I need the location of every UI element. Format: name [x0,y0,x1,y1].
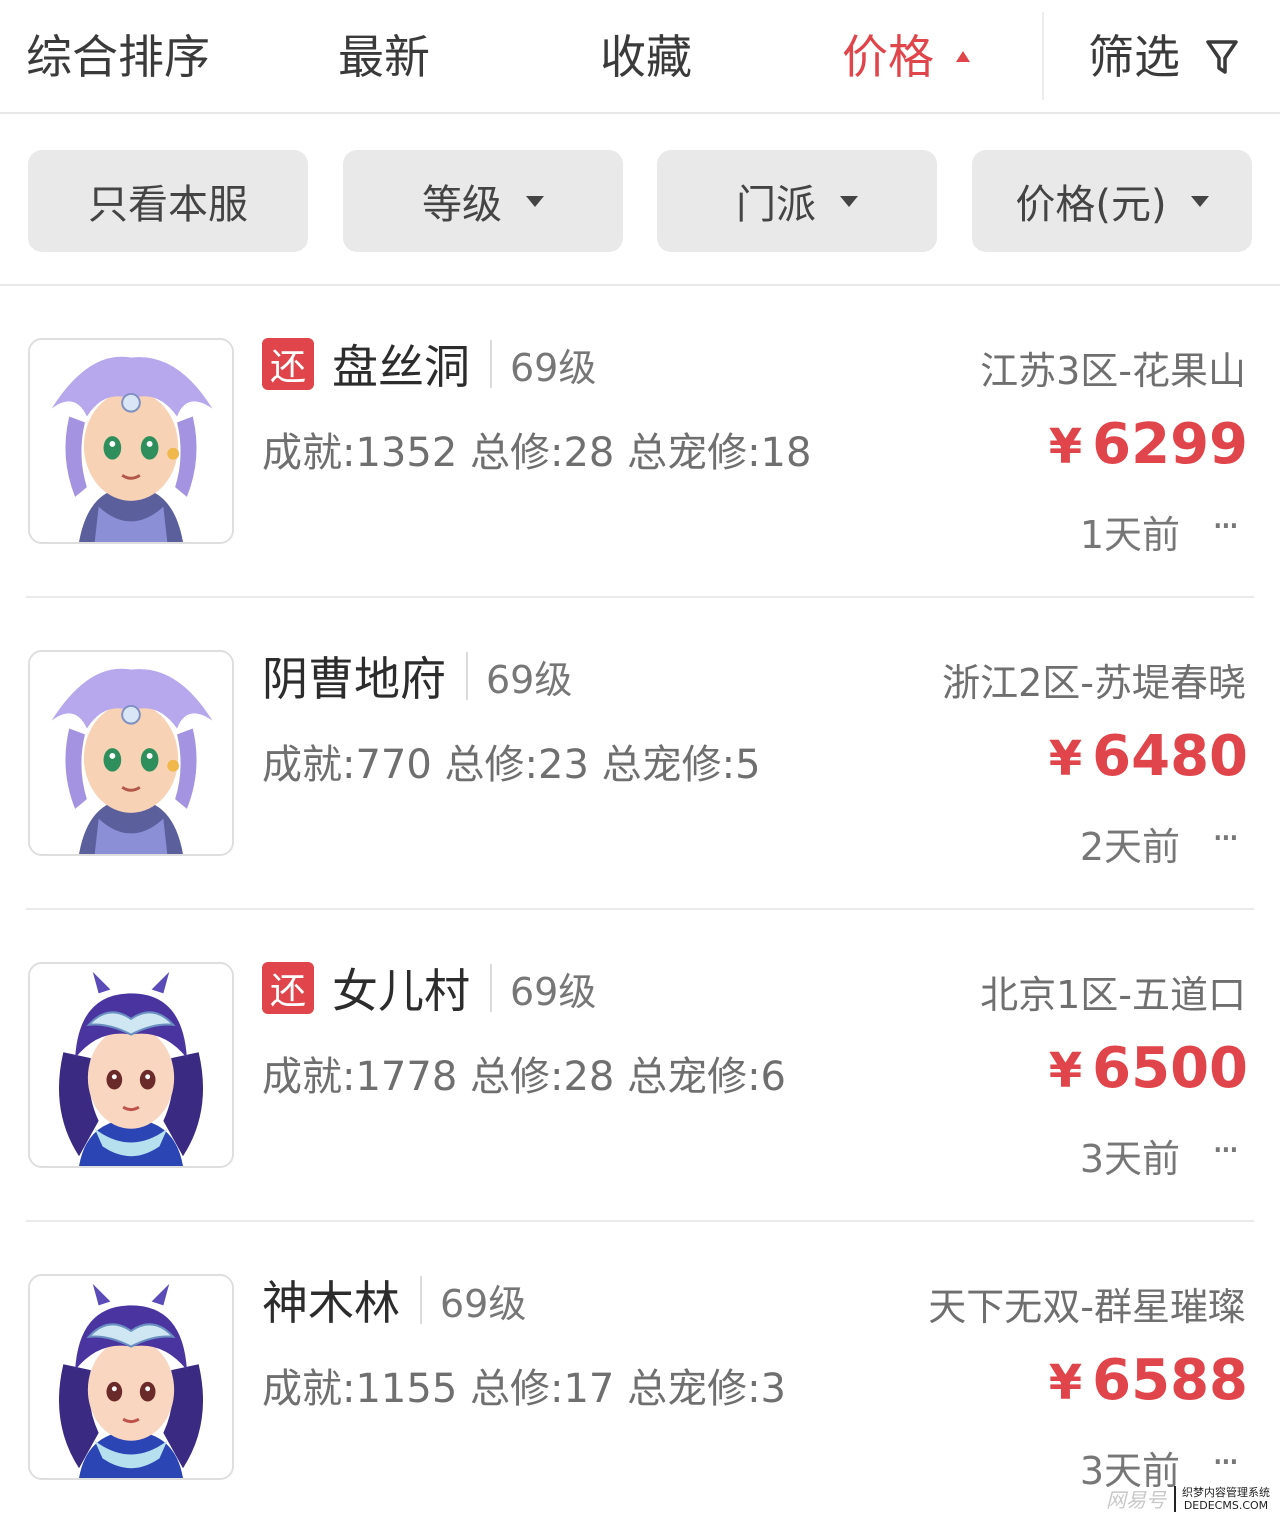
sort-tab-label: 综合排序 [26,30,210,84]
character-stats: 成就:770 总修:23 总宠修:5 [262,742,761,788]
sort-tab-label: 收藏 [600,30,692,84]
caret-up-icon [956,51,970,62]
more-options-icon[interactable]: ··· [1212,1128,1240,1172]
caret-down-icon [840,195,858,207]
listing-row[interactable]: 还 女儿村 69级 成就:1778 总修:28 总宠修:6 北京1区-五道口 ¥… [0,910,1280,1222]
currency-symbol: ¥ [1048,419,1083,475]
listing-row[interactable]: 阴曹地府 69级 成就:770 总修:23 总宠修:5 浙江2区-苏堤春晓 ¥6… [0,598,1280,910]
level-label: 69级 [510,345,597,390]
price-value: 6500 [1092,1036,1248,1101]
server-name: 江苏3区-花果山 [980,349,1246,393]
listing-title: 还 女儿村 69级 [262,960,597,1018]
divider [466,652,468,700]
sort-tab-label: 价格 [842,30,934,84]
server-name: 北京1区-五道口 [980,973,1246,1017]
level-label: 69级 [486,657,573,702]
more-options-icon[interactable]: ··· [1212,504,1240,548]
price-value: 6588 [1092,1348,1248,1413]
funnel-icon [1205,39,1238,74]
watermark-logo: 织梦内容管理系统 DEDECMS.COM [1174,1485,1270,1512]
filter-chip-school[interactable]: 门派 [657,150,937,252]
price: ¥6588 [1049,1348,1248,1413]
level-label: 69级 [440,1281,527,1326]
price: ¥6480 [1049,724,1248,789]
school-name: 盘丝洞 [332,340,470,394]
divider [490,964,492,1012]
return-tag-badge: 还 [262,962,314,1014]
more-options-icon[interactable]: ··· [1212,816,1240,860]
caret-down-icon [526,195,544,207]
filter-button[interactable]: 筛选 [1088,22,1239,92]
school-name: 神木林 [262,1276,400,1330]
character-avatar [28,962,234,1168]
more-options-icon[interactable]: ··· [1212,1440,1240,1484]
school-name: 女儿村 [332,964,470,1018]
character-avatar [28,1274,234,1480]
chip-label: 只看本服 [88,182,248,228]
filter-bar: 只看本服 等级 门派 价格(元) [0,116,1280,286]
school-name: 阴曹地府 [262,652,446,706]
divider [1042,12,1044,100]
return-tag-badge: 还 [262,338,314,390]
filter-chip-level[interactable]: 等级 [343,150,623,252]
listing-row[interactable]: 还 盘丝洞 69级 成就:1352 总修:28 总宠修:18 江苏3区-花果山 … [0,286,1280,598]
listed-time: 3天前 [1079,1137,1180,1181]
price-value: 6480 [1092,724,1248,789]
sort-tab-latest[interactable]: 最新 [338,22,430,92]
caret-down-icon [1190,195,1209,207]
chip-label: 价格(元) [1015,182,1167,228]
character-stats: 成就:1778 总修:28 总宠修:6 [262,1054,787,1100]
character-stats: 成就:1352 总修:28 总宠修:18 [262,430,812,476]
filter-label: 筛选 [1088,30,1180,84]
currency-symbol: ¥ [1048,731,1083,787]
watermark: 网易号 织梦内容管理系统 DEDECMS.COM [1106,1484,1270,1513]
price: ¥6500 [1049,1036,1248,1101]
currency-symbol: ¥ [1048,1043,1083,1099]
level-label: 69级 [510,969,597,1014]
sort-tab-label: 最新 [338,30,430,84]
listing-title: 阴曹地府 69级 [262,648,573,706]
character-stats: 成就:1155 总修:17 总宠修:3 [262,1366,787,1412]
listing-title: 还 盘丝洞 69级 [262,336,597,394]
sort-tab-comprehensive[interactable]: 综合排序 [26,22,210,92]
listing-row[interactable]: 神木林 69级 成就:1155 总修:17 总宠修:3 天下无双-群星璀璨 ¥6… [0,1222,1280,1519]
server-name: 浙江2区-苏堤春晓 [942,661,1246,705]
listing-list: 还 盘丝洞 69级 成就:1352 总修:28 总宠修:18 江苏3区-花果山 … [0,286,1280,1519]
listed-time: 1天前 [1079,513,1180,557]
watermark-text: 网易号 [1106,1488,1166,1512]
filter-chip-this-server[interactable]: 只看本服 [28,150,308,252]
character-avatar [28,650,234,856]
listing-title: 神木林 69级 [262,1272,527,1330]
divider [420,1276,422,1324]
watermark-logo-line: 织梦内容管理系统 [1182,1485,1270,1499]
chip-label: 等级 [422,182,502,228]
filter-chip-price[interactable]: 价格(元) [972,150,1252,252]
watermark-logo-line: DEDECMS.COM [1183,1498,1269,1512]
sort-tab-price[interactable]: 价格 [842,22,970,92]
price: ¥6299 [1049,412,1248,477]
price-value: 6299 [1092,412,1248,477]
character-avatar [28,338,234,544]
chip-label: 门派 [736,182,816,228]
sort-bar: 综合排序 最新 收藏 价格 筛选 [0,0,1280,114]
divider [490,340,492,388]
listed-time: 2天前 [1079,825,1180,869]
server-name: 天下无双-群星璀璨 [928,1285,1246,1329]
sort-tab-favorites[interactable]: 收藏 [600,22,692,92]
currency-symbol: ¥ [1048,1355,1083,1411]
